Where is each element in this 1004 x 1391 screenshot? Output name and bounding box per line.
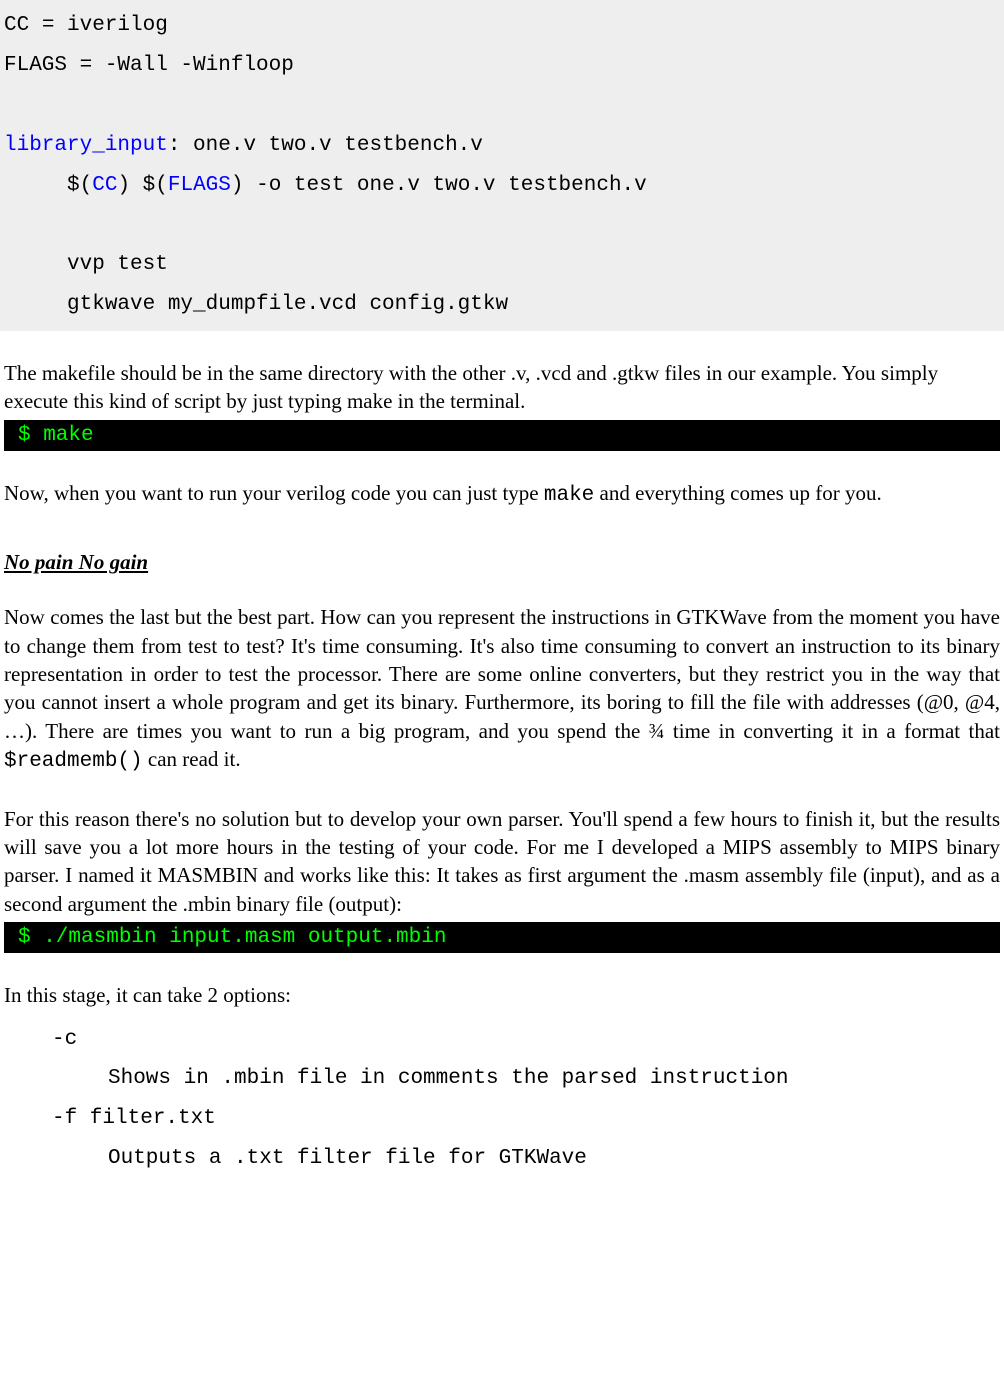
- makefile-line: gtkwave my_dumpfile.vcd config.gtkw: [4, 293, 508, 316]
- makefile-var-cc: CC: [92, 174, 117, 197]
- terminal-command: $ make: [4, 420, 1000, 451]
- makefile-var-flags: FLAGS: [168, 174, 231, 197]
- makefile-target-line: library_input: one.v two.v testbench.v: [4, 134, 483, 157]
- option-name: -c: [4, 1020, 1000, 1060]
- makefile-blank: [4, 213, 17, 236]
- makefile-line: $(CC) $(FLAGS) -o test one.v two.v testb…: [4, 174, 647, 197]
- terminal-command: $ ./masmbin input.masm output.mbin: [4, 922, 1000, 953]
- inline-code-readmemb: $readmemb(): [4, 750, 143, 773]
- paragraph: Now comes the last but the best part. Ho…: [4, 603, 1000, 776]
- makefile-line: FLAGS = -Wall -Winfloop: [4, 54, 294, 77]
- paragraph: In this stage, it can take 2 options:: [4, 981, 1000, 1009]
- makefile-blank: [4, 94, 17, 117]
- paragraph: The makefile should be in the same direc…: [4, 359, 1000, 416]
- section-heading: No pain No gain: [4, 550, 1000, 575]
- option-name: -f filter.txt: [4, 1099, 1000, 1139]
- makefile-line: CC = iverilog: [4, 14, 168, 37]
- makefile-line: vvp test: [4, 253, 168, 276]
- makefile-target: library_input: [4, 134, 168, 157]
- options-list: -c Shows in .mbin file in comments the p…: [4, 1020, 1000, 1180]
- inline-code-make: make: [544, 484, 594, 507]
- option-description: Shows in .mbin file in comments the pars…: [4, 1059, 1000, 1099]
- makefile-code-block: CC = iverilog FLAGS = -Wall -Winfloop li…: [0, 0, 1004, 331]
- option-description: Outputs a .txt filter file for GTKWave: [4, 1139, 1000, 1179]
- paragraph: Now, when you want to run your verilog c…: [4, 479, 1000, 510]
- paragraph: For this reason there's no solution but …: [4, 805, 1000, 918]
